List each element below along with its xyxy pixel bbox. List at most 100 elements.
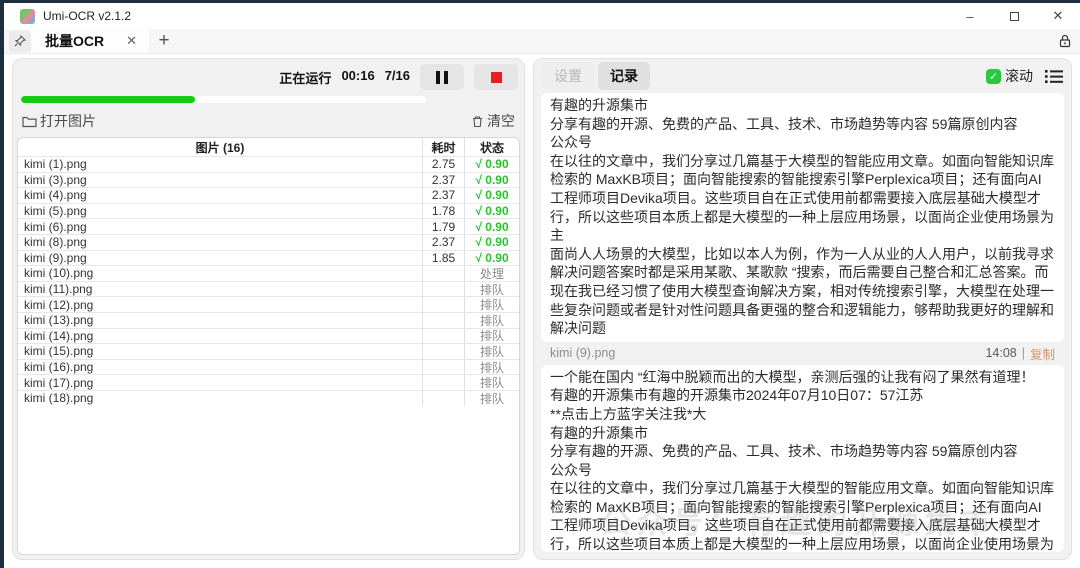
image-table-body: kimi (1).png2.75√ 0.90kimi (3).png2.37√ … [18, 156, 519, 406]
table-row[interactable]: kimi (4).png2.37√ 0.90 [18, 187, 519, 203]
cell-status: 排队 [464, 329, 519, 344]
progress-bar [21, 96, 426, 103]
cell-time: 1.78 [422, 204, 464, 219]
open-images-button[interactable]: 打开图片 [22, 111, 96, 131]
cell-image-name: kimi (3).png [18, 173, 422, 187]
image-toolbar: 打开图片 清空 [13, 108, 524, 134]
column-header-status[interactable]: 状态 [464, 138, 519, 156]
maximize-button[interactable] [992, 3, 1036, 29]
record-copy-link[interactable]: 复制 [1030, 344, 1055, 363]
record-text-block[interactable]: 一个能在国内 “红海中脱颖而出的大模型，亲测后强的让我有闷了果然有道理！有趣的开… [541, 365, 1064, 552]
cell-status: √ 0.90 [464, 204, 519, 219]
cell-image-name: kimi (4).png [18, 188, 422, 202]
tab-settings[interactable]: 设置 [542, 62, 594, 90]
cell-image-name: kimi (14).png [18, 329, 422, 343]
cell-image-name: kimi (6).png [18, 220, 422, 234]
table-row[interactable]: kimi (16).png 排队 [18, 359, 519, 375]
ocr-text-paragraph: 面尚人人场景的大模型，比如以本人为例，作为一人从业的人人用户，以前我寻求解决问题… [550, 245, 1055, 338]
record-header: kimi (9).png 14:08 | 复制 [541, 342, 1064, 365]
stop-button[interactable] [474, 64, 518, 90]
window-title: Umi-OCR v2.1.2 [43, 9, 131, 23]
cell-status: √ 0.90 [464, 251, 519, 266]
cell-status: √ 0.90 [464, 173, 519, 188]
ocr-text-paragraph: 在以往的文章中，我们分享过几篇基于大模型的智能应用文章。如面向智能知识库检索的 … [550, 479, 1055, 552]
tab-bar: 批量OCR ✕ + [4, 29, 1080, 54]
run-status: 正在运行 00:16 7/16 [279, 68, 410, 87]
cell-image-name: kimi (15).png [18, 344, 422, 358]
trash-icon [471, 115, 484, 128]
cell-status: √ 0.90 [464, 235, 519, 250]
column-header-image[interactable]: 图片 (16) [18, 139, 422, 156]
tab-records[interactable]: 记录 [598, 62, 650, 90]
table-row[interactable]: kimi (9).png1.85√ 0.90 [18, 250, 519, 266]
cell-time [422, 297, 464, 312]
table-empty-area [18, 406, 519, 555]
cell-status: 排队 [464, 360, 519, 375]
record-time: 14:08 [985, 346, 1016, 360]
cell-status: 排队 [464, 282, 519, 297]
table-row[interactable]: kimi (14).png 排队 [18, 328, 519, 344]
table-row[interactable]: kimi (13).png 排队 [18, 312, 519, 328]
table-row[interactable]: kimi (17).png排队 [18, 374, 519, 390]
table-row[interactable]: kimi (11).png 排队 [18, 281, 519, 297]
cell-time: 2.37 [422, 188, 464, 203]
pause-button[interactable] [420, 64, 464, 90]
record-separator: | [1022, 346, 1025, 360]
cell-image-name: kimi (12).png [18, 298, 422, 312]
table-row[interactable]: kimi (10).png处理 [18, 265, 519, 281]
table-row[interactable]: kimi (5).png1.78√ 0.90 [18, 203, 519, 219]
cell-image-name: kimi (10).png [18, 266, 422, 280]
table-row[interactable]: kimi (8).png2.37√ 0.90 [18, 234, 519, 250]
table-row[interactable]: kimi (15).png排队 [18, 343, 519, 359]
clear-list-button[interactable]: 清空 [471, 111, 515, 131]
auto-scroll-toggle[interactable]: ✓ 滚动 [986, 66, 1033, 86]
ocr-text-paragraph: 在以往的文章中，我们分享过几篇基于大模型的智能应用文章。如面向智能知识库检索的 … [550, 152, 1055, 245]
cell-image-name: kimi (18).png [18, 391, 422, 405]
ocr-text-paragraph: 有趣的升源集市 [550, 424, 1055, 443]
record-list-menu-button[interactable] [1045, 69, 1063, 84]
ocr-text-paragraph: 分享有趣的开源、免费的产品、工具、技术、市场趋势等内容 59篇原创内容 [550, 115, 1055, 134]
cell-status: √ 0.90 [464, 188, 519, 203]
cell-time: 2.37 [422, 173, 464, 188]
run-status-label: 正在运行 [279, 68, 331, 87]
close-button[interactable]: ✕ [1036, 3, 1080, 29]
column-header-time[interactable]: 耗时 [422, 138, 464, 156]
record-filename: kimi (9).png [550, 346, 615, 360]
table-row[interactable]: kimi (1).png2.75√ 0.90 [18, 156, 519, 172]
window-frame-left [0, 0, 4, 568]
folder-icon [22, 115, 37, 128]
tab-batch-ocr[interactable]: 批量OCR ✕ [31, 29, 149, 53]
cell-status: 排队 [464, 313, 519, 328]
table-header-row: 图片 (16) 耗时 状态 [18, 138, 519, 156]
table-row[interactable]: kimi (18).png排队 [18, 390, 519, 406]
record-list[interactable]: 有趣的升源集市分享有趣的开源、免费的产品、工具、技术、市场趋势等内容 59篇原创… [541, 93, 1064, 552]
cell-image-name: kimi (1).png [18, 157, 422, 171]
cell-status: √ 0.90 [464, 219, 519, 234]
cell-image-name: kimi (17).png [18, 376, 422, 390]
cell-image-name: kimi (13).png [18, 313, 422, 327]
lock-layout-button[interactable] [1058, 34, 1072, 48]
side-panel-tabs: 设置 记录 ✓ 滚动 [534, 59, 1071, 93]
cell-image-name: kimi (8).png [18, 235, 422, 249]
new-tab-button[interactable]: + [149, 30, 179, 52]
cell-image-name: kimi (16).png [18, 360, 422, 374]
maximize-icon [1010, 12, 1019, 21]
ocr-text-paragraph: **点击上方蓝字关注我*大 [550, 405, 1055, 424]
cell-image-name: kimi (9).png [18, 251, 422, 265]
cell-image-name: kimi (11).png [18, 282, 422, 296]
cell-time [422, 313, 464, 328]
table-row[interactable]: kimi (3).png2.37√ 0.90 [18, 172, 519, 188]
app-logo-icon [20, 9, 35, 24]
minimize-button[interactable]: – [948, 3, 992, 29]
list-menu-icon [1045, 69, 1063, 84]
cell-time [422, 360, 464, 375]
progress-count: 7/16 [385, 68, 410, 87]
table-row[interactable]: kimi (6).png1.79√ 0.90 [18, 218, 519, 234]
tab-close-icon[interactable]: ✕ [126, 33, 137, 49]
record-text-block[interactable]: 有趣的升源集市分享有趣的开源、免费的产品、工具、技术、市场趋势等内容 59篇原创… [541, 93, 1064, 342]
pin-tab-button[interactable] [9, 31, 31, 52]
ocr-text-paragraph: 有趣的升源集市 [550, 96, 1055, 115]
batch-ocr-panel: 正在运行 00:16 7/16 打开图片 清空 图片 (16) [12, 58, 525, 560]
ocr-text-paragraph: 公众号 [550, 461, 1055, 480]
table-row[interactable]: kimi (12).png排队 [18, 296, 519, 312]
